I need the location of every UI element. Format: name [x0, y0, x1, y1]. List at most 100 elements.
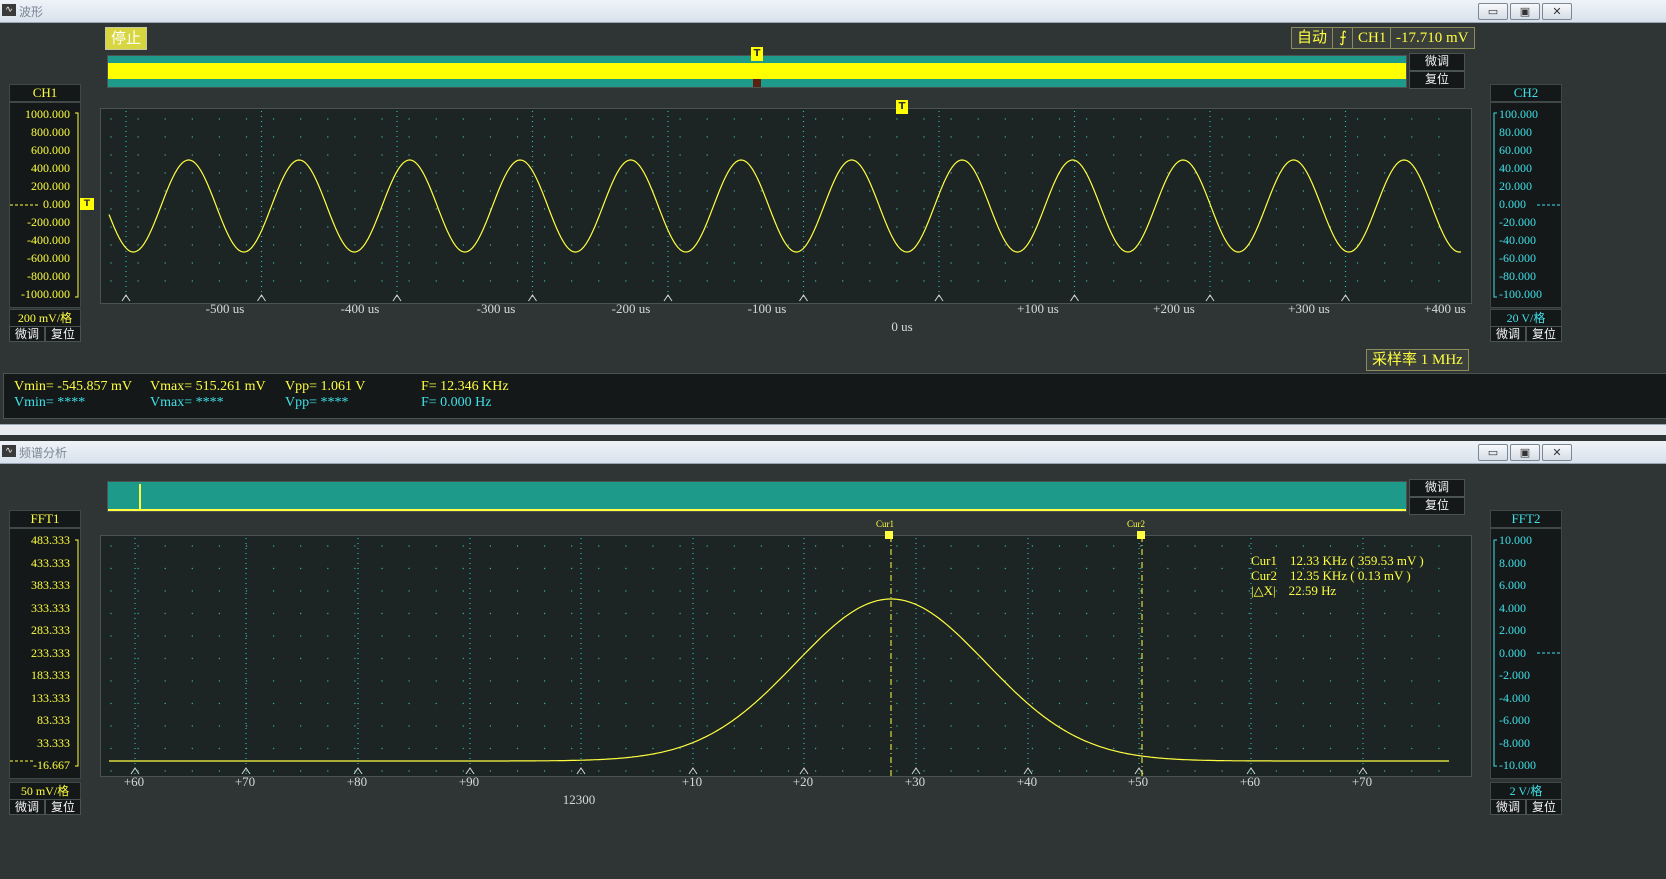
wave-grid-dot: [300, 118, 302, 120]
wave-grid-dot: [706, 154, 708, 156]
fft1-reset-button[interactable]: 复位: [45, 799, 81, 815]
spectrum-grid-dot: [489, 747, 492, 750]
cursor1-handle[interactable]: [885, 531, 893, 539]
spectrum-grid-dot: [435, 747, 437, 750]
spectrum-grid-dot: [1167, 635, 1169, 637]
wave-grid-dot: [842, 190, 844, 192]
ch2-frequency: F= 0.000 Hz: [421, 395, 492, 410]
wave-grid-dot: [1194, 118, 1196, 120]
overview-window-marker[interactable]: [753, 79, 761, 87]
spectrum-grid-dot: [354, 635, 356, 637]
wave-grid-dot: [489, 172, 492, 174]
stop-button[interactable]: 停止: [105, 27, 147, 50]
waveform-app-icon: ∿: [2, 4, 16, 16]
wave-grid-dot: [516, 136, 519, 138]
waveform-plot[interactable]: [100, 108, 1472, 304]
trigger-edge-icon[interactable]: ⨍: [1332, 27, 1354, 49]
spectrum-grid-dot: [1058, 612, 1061, 615]
close-button[interactable]: ✕: [1542, 3, 1572, 20]
spectrum-grid-dot: [1140, 770, 1142, 772]
wave-grid-dot: [245, 226, 248, 228]
wave-grid-dot: [164, 154, 166, 156]
spectrum-grid-dot: [191, 567, 193, 570]
fft1-tick: 33.333: [37, 735, 70, 750]
ch1-label[interactable]: CH1: [9, 84, 81, 102]
trigger-position-marker[interactable]: T: [751, 47, 763, 61]
wave-x-tick-mark: [663, 294, 673, 302]
trigger-mode-button[interactable]: 自动: [1291, 27, 1334, 49]
wave-grid-dot: [327, 244, 329, 246]
fft-close-button[interactable]: ✕: [1542, 444, 1572, 461]
wave-grid-dot: [272, 244, 275, 246]
overview-fine-button[interactable]: 微调: [1409, 53, 1465, 71]
wave-grid-dot: [1275, 262, 1278, 264]
spectrum-grid-dot: [842, 567, 844, 570]
spectrum-fine-button[interactable]: 微调: [1409, 479, 1465, 497]
wave-grid-dot: [571, 244, 573, 246]
spectrum-grid-dot: [1167, 657, 1169, 660]
wave-grid-dot: [679, 244, 681, 246]
spectrum-grid-dot: [1438, 770, 1440, 772]
fft2-tick: 0.000: [1499, 645, 1526, 660]
spectrum-overview-marker[interactable]: [139, 484, 141, 511]
wave-grid-dot: [408, 244, 410, 246]
spectrum-grid-dot: [354, 725, 356, 727]
wave-grid-dot: [571, 136, 573, 138]
trigger-level-marker[interactable]: T: [896, 100, 908, 114]
cursor2-handle[interactable]: [1137, 531, 1145, 539]
spectrum-grid-dot: [543, 635, 546, 637]
spectrum-grid-dot: [977, 725, 979, 727]
spectrum-reset-button[interactable]: 复位: [1409, 497, 1465, 515]
spectrum-grid-dot: [706, 657, 708, 660]
wave-grid-dot: [327, 154, 329, 156]
minimize-button[interactable]: ▭: [1478, 3, 1508, 20]
fft-minimize-button[interactable]: ▭: [1478, 444, 1508, 461]
spectrum-grid-dot: [950, 567, 952, 570]
fft2-reset-button[interactable]: 复位: [1526, 799, 1562, 815]
spectrum-overview-bar[interactable]: [107, 481, 1407, 512]
wave-grid-dot: [625, 262, 627, 264]
trigger-channel-button[interactable]: CH1: [1352, 27, 1393, 49]
wave-grid-dot: [408, 190, 410, 192]
wave-grid-dot: [245, 136, 248, 138]
spectrum-grid-dot: [1275, 545, 1278, 547]
spectrum-grid-dot: [1167, 725, 1169, 727]
wave-grid-dot: [1004, 280, 1006, 282]
ch1-offset-marker[interactable]: T: [80, 198, 94, 210]
ch1-fine-button[interactable]: 微调: [9, 326, 45, 342]
spectrum-grid-dot: [137, 657, 139, 660]
spectrum-grid-dot: [706, 680, 708, 682]
wave-grid-dot: [1113, 280, 1115, 282]
spectrum-grid-dot: [1411, 590, 1413, 592]
spectrum-grid-dot: [408, 657, 410, 660]
wave-grid-dot: [896, 118, 898, 120]
wave-x-tick-mark: [934, 294, 944, 302]
spectrum-grid-dot: [137, 725, 139, 727]
fft1-label[interactable]: FFT1: [9, 510, 81, 528]
ch2-label[interactable]: CH2: [1490, 84, 1562, 102]
maximize-button[interactable]: ▣: [1510, 3, 1540, 20]
fft1-fine-button[interactable]: 微调: [9, 799, 45, 815]
spectrum-grid-dot: [733, 567, 735, 570]
wave-grid-dot: [706, 118, 708, 120]
overview-reset-button[interactable]: 复位: [1409, 71, 1465, 89]
ch1-reset-button[interactable]: 复位: [45, 326, 81, 342]
spectrum-grid-dot: [760, 657, 763, 660]
wave-grid-dot: [1248, 208, 1250, 210]
spectrum-grid-dot: [598, 567, 600, 570]
fft2-label[interactable]: FFT2: [1490, 510, 1562, 528]
fft-maximize-button[interactable]: ▣: [1510, 444, 1540, 461]
spectrum-grid-dot: [598, 635, 600, 637]
wave-grid-dot: [1113, 154, 1115, 156]
spectrum-grid-dot: [489, 635, 492, 637]
spectrum-plot[interactable]: Cur1 12.33 KHz ( 359.53 mV ) Cur2 12.35 …: [100, 535, 1472, 777]
ch2-reset-button[interactable]: 复位: [1526, 326, 1562, 342]
spectrum-grid-dot: [1140, 725, 1142, 727]
wave-grid-dot: [516, 244, 519, 246]
ch2-fine-button[interactable]: 微调: [1490, 326, 1526, 342]
spectrum-grid-dot: [814, 657, 817, 660]
fft2-fine-button[interactable]: 微调: [1490, 799, 1526, 815]
wave-grid-dot: [950, 190, 952, 192]
wave-grid-dot: [300, 172, 302, 174]
wave-grid-dot: [489, 136, 492, 138]
